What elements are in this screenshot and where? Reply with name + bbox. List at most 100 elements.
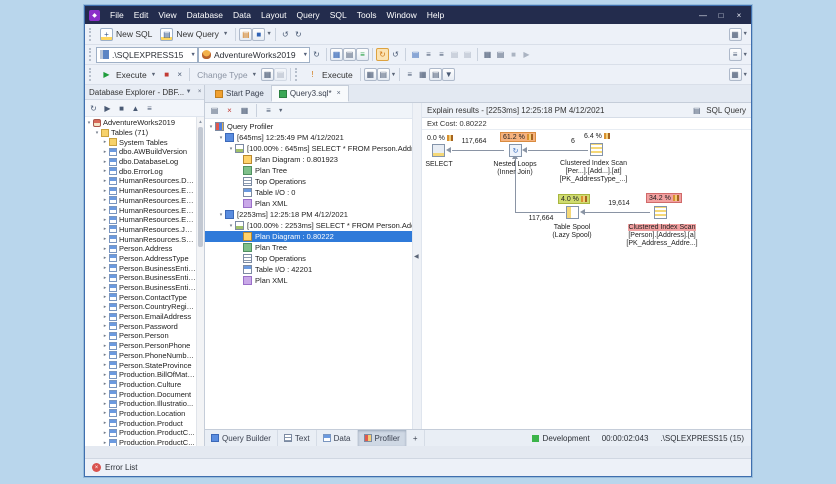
nested-loops-operator-icon[interactable]: ↻ bbox=[509, 144, 522, 157]
table-item[interactable]: ▸ Production.ProductC... bbox=[85, 428, 196, 438]
table-io-row[interactable]: Table I/O : 0 bbox=[205, 187, 412, 198]
environment-status[interactable]: Development bbox=[531, 434, 590, 443]
menu-item[interactable]: Window bbox=[382, 6, 422, 24]
table-item[interactable]: ▸ Person.Password bbox=[85, 321, 196, 331]
plan-tree-row[interactable]: Plan Tree bbox=[205, 242, 412, 253]
menu-item[interactable]: Database bbox=[182, 6, 228, 24]
toolbar-overflow-icon[interactable]: ▼ bbox=[743, 72, 748, 78]
explorer-header[interactable]: Database Explorer - DBF... ▼ × bbox=[85, 85, 204, 100]
chevron-down-icon[interactable]: ▾ bbox=[217, 135, 225, 141]
bookmark-icon[interactable]: ■ bbox=[507, 48, 520, 61]
tab-text[interactable]: Text bbox=[278, 430, 317, 446]
table-item[interactable]: ▸ Production.BillOfMate... bbox=[85, 370, 196, 380]
collapse-all-icon[interactable]: ▲ bbox=[129, 102, 142, 115]
table-item[interactable]: ▸ Production.Location bbox=[85, 409, 196, 419]
menu-item[interactable]: Edit bbox=[129, 6, 154, 24]
window-layout-icon[interactable]: ▦ bbox=[728, 27, 742, 41]
table-item[interactable]: ▸ dbo.ErrorLog bbox=[85, 166, 196, 176]
query-plan-icon[interactable]: ▤ bbox=[343, 48, 356, 61]
table-item[interactable]: ▸ Person.Address bbox=[85, 244, 196, 254]
table-item[interactable]: ▸ dbo.DatabaseLog bbox=[85, 157, 196, 167]
plan-diagram-row[interactable]: Plan Diagram : 0.801923 bbox=[205, 154, 412, 165]
session-row[interactable]: ▾ [645ms] 12:25:49 PM 4/12/2021 bbox=[205, 132, 412, 143]
pin-results-icon[interactable]: ▼ bbox=[442, 68, 456, 81]
tab-query3[interactable]: Query3.sql* × bbox=[270, 85, 349, 102]
chevron-right-icon[interactable]: ▸ bbox=[101, 265, 109, 271]
table-item[interactable]: ▸ Person.PhoneNumbe... bbox=[85, 351, 196, 361]
table-item[interactable]: ▸ HumanResources.Shi... bbox=[85, 234, 196, 244]
plan-xml-row[interactable]: Plan XML bbox=[205, 198, 412, 209]
menu-item[interactable]: Tools bbox=[352, 6, 382, 24]
outdent-icon[interactable]: ▤ bbox=[461, 48, 474, 61]
edit-data-icon[interactable]: ▦ bbox=[330, 48, 343, 61]
query-options-icon[interactable]: ▦ bbox=[261, 68, 275, 81]
add-view-button[interactable]: + bbox=[407, 430, 425, 446]
format-sql-icon[interactable]: ▤ bbox=[409, 48, 422, 61]
chevron-right-icon[interactable]: ▸ bbox=[101, 323, 109, 329]
disconnect-icon[interactable]: ■ bbox=[115, 102, 128, 115]
table-item[interactable]: ▸ Person.BusinessEntit... bbox=[85, 273, 196, 283]
chevron-right-icon[interactable]: ▸ bbox=[101, 343, 109, 349]
chevron-right-icon[interactable]: ▸ bbox=[101, 255, 109, 261]
save-icon[interactable]: ■ bbox=[252, 27, 266, 41]
compare-icon[interactable]: ▦ bbox=[238, 104, 251, 117]
chevron-right-icon[interactable]: ▸ bbox=[101, 362, 109, 368]
save-dropdown-icon[interactable]: ▼ bbox=[266, 31, 271, 37]
chevron-right-icon[interactable]: ▸ bbox=[101, 178, 109, 184]
table-item[interactable]: ▸ Person.AddressType bbox=[85, 254, 196, 264]
tab-start-page[interactable]: Start Page bbox=[208, 85, 271, 102]
menu-item[interactable]: SQL bbox=[325, 6, 352, 24]
open-file-icon[interactable]: ▤ bbox=[239, 27, 253, 41]
table-item[interactable]: ▸ dbo.AWBuildVersion bbox=[85, 147, 196, 157]
plan-diagram-canvas[interactable]: 117,664 6 117,664 19,614 0.0 % SELECT 61… bbox=[422, 130, 751, 429]
chevron-right-icon[interactable]: ▸ bbox=[101, 372, 109, 378]
cancel-icon[interactable]: × bbox=[173, 68, 186, 81]
scrollbar-thumb[interactable] bbox=[198, 127, 203, 247]
uncomment-icon[interactable]: ≡ bbox=[435, 48, 448, 61]
table-item[interactable]: ▸ HumanResources.Em... bbox=[85, 205, 196, 215]
select-operator-icon[interactable] bbox=[432, 144, 445, 157]
table-item[interactable]: ▸ Person.StateProvince bbox=[85, 360, 196, 370]
tables-folder-item[interactable]: ▾ Tables (71) bbox=[85, 128, 196, 138]
session-row[interactable]: ▾ [2253ms] 12:25:18 PM 4/12/2021 bbox=[205, 209, 412, 220]
query-row[interactable]: ▾ [100.00% : 2253ms] SELECT * FROM Perso… bbox=[205, 220, 412, 231]
results-text-icon[interactable]: ▤ bbox=[376, 68, 390, 81]
chevron-right-icon[interactable]: ▸ bbox=[101, 246, 109, 252]
menu-item[interactable]: Help bbox=[422, 6, 449, 24]
parse-icon[interactable]: ▤ bbox=[274, 68, 288, 81]
chevron-down-icon[interactable]: ▾ bbox=[207, 124, 215, 130]
redo-icon[interactable]: ↻ bbox=[292, 28, 305, 41]
split-view-icon[interactable]: ▤ bbox=[429, 68, 443, 81]
uppercase-icon[interactable]: ▦ bbox=[481, 48, 494, 61]
execute-button[interactable]: ▶ Execute ▼ bbox=[96, 67, 160, 82]
actual-plan-icon[interactable]: ↺ bbox=[389, 48, 402, 61]
toolbar-grip[interactable] bbox=[89, 68, 93, 81]
chevron-right-icon[interactable]: ▸ bbox=[101, 314, 109, 320]
table-item[interactable]: ▸ Production.Product bbox=[85, 418, 196, 428]
plan-xml-row[interactable]: Plan XML bbox=[205, 275, 412, 286]
menu-item[interactable]: Data bbox=[228, 6, 256, 24]
select-node-label[interactable]: SELECT bbox=[422, 161, 456, 169]
chevron-right-icon[interactable]: ▸ bbox=[101, 352, 109, 358]
menu-item[interactable]: View bbox=[153, 6, 181, 24]
chevron-right-icon[interactable]: ▸ bbox=[101, 149, 109, 155]
chevron-right-icon[interactable]: ▸ bbox=[101, 168, 109, 174]
chevron-right-icon[interactable]: ▸ bbox=[101, 236, 109, 242]
chevron-down-icon[interactable]: ▾ bbox=[93, 130, 101, 136]
chevron-right-icon[interactable]: ▸ bbox=[101, 217, 109, 223]
delete-session-icon[interactable]: × bbox=[223, 104, 236, 117]
explorer-close-icon[interactable]: × bbox=[195, 89, 204, 95]
menu-item[interactable]: Query bbox=[292, 6, 325, 24]
tab-query-builder[interactable]: Query Builder bbox=[205, 430, 278, 446]
chevron-right-icon[interactable]: ▸ bbox=[101, 333, 109, 339]
index-scan-top-operator-icon[interactable] bbox=[590, 143, 603, 156]
indent-icon[interactable]: ▤ bbox=[448, 48, 461, 61]
menu-item[interactable]: Layout bbox=[256, 6, 292, 24]
top-operations-row[interactable]: Top Operations bbox=[205, 253, 412, 264]
tab-profiler[interactable]: Profiler bbox=[357, 430, 407, 446]
chevron-right-icon[interactable]: ▸ bbox=[101, 410, 109, 416]
menu-item[interactable]: File bbox=[105, 6, 129, 24]
panel-splitter[interactable]: ◀ bbox=[413, 103, 422, 429]
table-item[interactable]: ▸ Person.Person bbox=[85, 331, 196, 341]
table-item[interactable]: ▸ Production.Document bbox=[85, 389, 196, 399]
